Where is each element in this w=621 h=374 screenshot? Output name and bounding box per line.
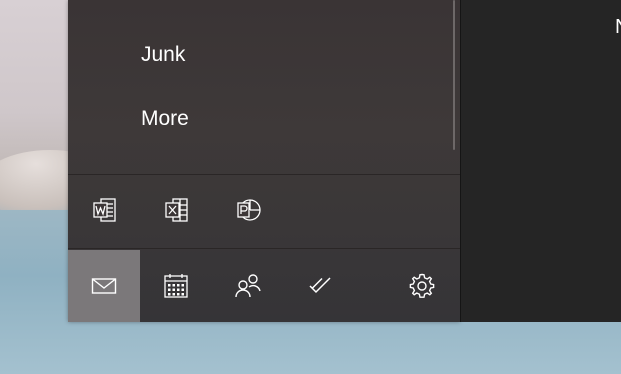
nav-people[interactable] xyxy=(212,250,284,322)
nav-calendar[interactable] xyxy=(140,250,212,322)
nav-settings[interactable] xyxy=(386,250,458,322)
message-content-pane: N xyxy=(460,0,621,322)
nav-todo[interactable] xyxy=(284,250,356,322)
mail-icon xyxy=(91,278,117,294)
powerpoint-icon[interactable] xyxy=(231,192,267,228)
mail-navigation-pane: Junk More xyxy=(68,0,460,322)
content-header-text: N xyxy=(615,16,621,39)
people-icon xyxy=(235,274,261,298)
word-icon[interactable] xyxy=(87,192,123,228)
folder-more[interactable]: More xyxy=(141,107,189,131)
gear-icon xyxy=(409,273,435,298)
excel-icon[interactable] xyxy=(159,192,195,228)
folder-junk[interactable]: Junk xyxy=(141,43,185,67)
calendar-icon xyxy=(164,274,188,298)
nav-scrollbar[interactable] xyxy=(453,0,455,150)
nav-mail[interactable] xyxy=(68,250,140,322)
divider xyxy=(68,174,460,175)
divider xyxy=(68,248,460,249)
todo-check-icon xyxy=(309,277,331,294)
